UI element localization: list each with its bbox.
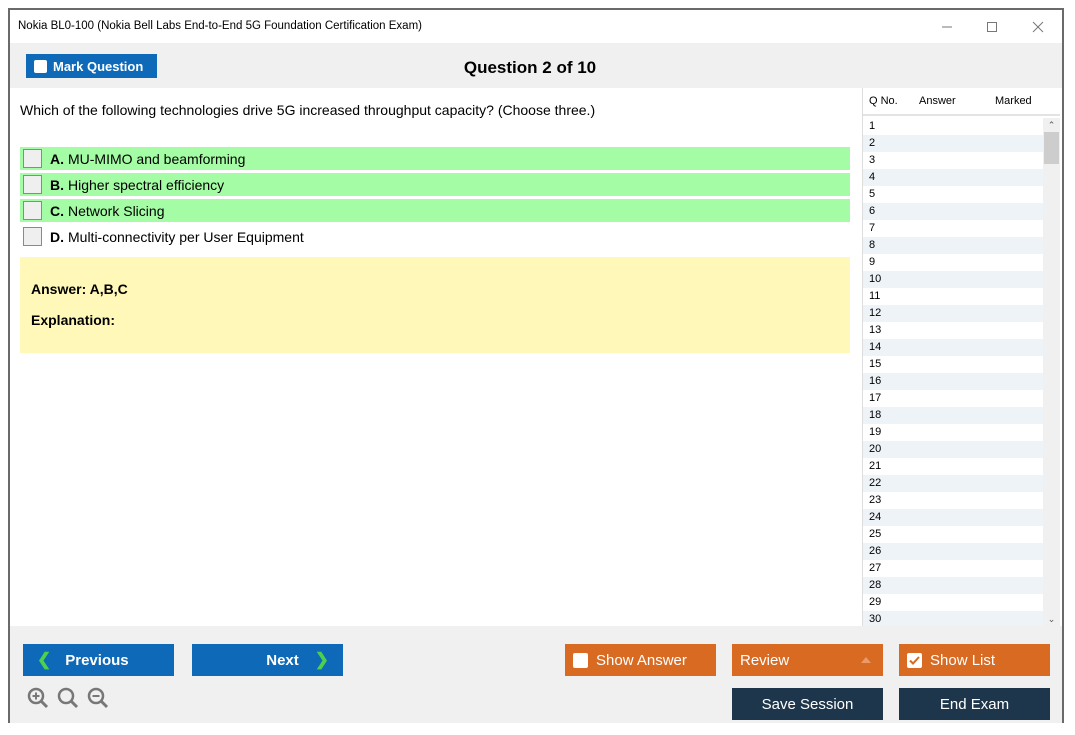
question-list-row[interactable]: 12 [863,305,1043,322]
zoom-reset-icon[interactable] [56,686,80,710]
question-list-row[interactable]: 29 [863,594,1043,611]
question-list-row[interactable]: 21 [863,458,1043,475]
explanation-label: Explanation: [31,312,116,328]
question-list-row[interactable]: 11 [863,288,1043,305]
save-session-label: Save Session [761,695,854,713]
option-letter: D. [50,228,64,245]
question-list-header: Q No. Answer Marked [863,88,1060,116]
question-list-row[interactable]: 2 [863,135,1043,152]
question-list-row[interactable]: 25 [863,526,1043,543]
next-label: Next [266,651,299,669]
header-marked[interactable]: Marked [995,95,1055,107]
show-answer-label: Show Answer [596,651,687,669]
option-c[interactable]: C. Network Slicing [20,199,850,222]
question-list-row[interactable]: 27 [863,560,1043,577]
question-list-row[interactable]: 6 [863,203,1043,220]
question-text: Which of the following technologies driv… [20,102,596,118]
question-list-row[interactable]: 14 [863,339,1043,356]
question-list-row[interactable]: 7 [863,220,1043,237]
caret-up-icon [861,657,871,663]
header-qno[interactable]: Q No. [863,95,919,107]
answer-text: Answer: A,B,C [31,281,128,297]
minimize-icon [942,26,952,27]
zoom-controls [26,686,110,710]
footer: ❮ Previous Next ❯ Show Answer Review Sho… [10,626,1062,723]
end-exam-label: End Exam [939,695,1010,713]
option-text: Higher spectral efficiency [68,176,225,193]
previous-label: Previous [65,651,129,669]
option-letter: A. [50,150,64,167]
close-button[interactable] [1015,10,1061,43]
title-bar: Nokia BL0-100 (Nokia Bell Labs End-to-En… [10,10,1062,43]
question-list-row[interactable]: 4 [863,169,1043,186]
question-list-row[interactable]: 18 [863,407,1043,424]
scroll-up-icon[interactable]: ⌃ [1043,118,1060,132]
question-list-row[interactable]: 19 [863,424,1043,441]
chevron-left-icon: ❮ [37,650,52,669]
zoom-in-icon[interactable] [26,686,50,710]
question-list-row[interactable]: 17 [863,390,1043,407]
question-list-row[interactable]: 3 [863,152,1043,169]
question-list-row[interactable]: 16 [863,373,1043,390]
question-list-row[interactable]: 24 [863,509,1043,526]
header-answer[interactable]: Answer [919,95,995,107]
option-text: MU-MIMO and beamforming [68,150,246,167]
chevron-right-icon: ❯ [314,650,329,669]
option-text: Multi-connectivity per User Equipment [68,228,304,245]
end-exam-button[interactable]: End Exam [899,688,1050,720]
scrollbar-thumb[interactable] [1044,132,1059,164]
show-list-label: Show List [930,651,996,669]
show-list-toggle[interactable]: Show List [899,644,1050,676]
question-list-row[interactable]: 28 [863,577,1043,594]
review-label: Review [740,651,790,669]
question-list-row[interactable]: 23 [863,492,1043,509]
option-letter: C. [50,202,64,219]
option-checkbox[interactable] [23,227,42,246]
exam-window: Nokia BL0-100 (Nokia Bell Labs End-to-En… [8,8,1064,723]
question-list: Q No. Answer Marked 1 2 3 4 5 6 7 8 9 10 11 12 13 14 1… [862,88,1060,628]
option-a[interactable]: A. MU-MIMO and beamforming [20,147,850,170]
answer-panel: Answer: A,B,C Explanation: [20,257,850,353]
question-list-row[interactable]: 8 [863,237,1043,254]
question-list-row[interactable]: 26 [863,543,1043,560]
option-d[interactable]: D. Multi-connectivity per User Equipment [20,225,850,248]
maximize-icon [987,21,997,32]
show-answer-button[interactable]: Show Answer [565,644,716,676]
review-dropdown[interactable]: Review [732,644,883,676]
zoom-out-icon[interactable] [86,686,110,710]
question-counter: Question 2 of 10 [463,58,597,77]
question-list-row[interactable]: 9 [863,254,1043,271]
minimize-button[interactable] [924,10,970,43]
option-checkbox[interactable] [23,175,42,194]
question-list-row[interactable]: 5 [863,186,1043,203]
question-list-row[interactable]: 1 [863,118,1043,135]
question-list-rows: 1 2 3 4 5 6 7 8 9 10 11 12 13 14 15 16 17 18 19 20 21 22 23 24 2… [863,118,1043,628]
maximize-button[interactable] [969,10,1015,43]
next-button[interactable]: Next ❯ [192,644,343,676]
option-b[interactable]: B. Higher spectral efficiency [20,173,850,196]
toolbar: Mark Question Question 2 of 10 [10,43,1062,88]
window-title: Nokia BL0-100 (Nokia Bell Labs End-to-En… [18,20,422,32]
option-checkbox[interactable] [23,201,42,220]
option-checkbox[interactable] [23,149,42,168]
question-list-row[interactable]: 20 [863,441,1043,458]
question-list-row[interactable]: 13 [863,322,1043,339]
question-panel: Which of the following technologies driv… [10,88,860,626]
checkbox-icon [573,652,588,668]
scroll-down-icon[interactable]: ⌄ [1043,612,1060,626]
close-icon [1032,21,1044,32]
save-session-button[interactable]: Save Session [732,688,883,720]
question-list-row[interactable]: 10 [863,271,1043,288]
previous-button[interactable]: ❮ Previous [23,644,174,676]
checkbox-checked-icon [907,652,922,668]
question-list-row[interactable]: 22 [863,475,1043,492]
question-list-scrollbar[interactable]: ⌃ ⌄ [1043,118,1060,626]
option-letter: B. [50,176,64,193]
option-text: Network Slicing [68,202,165,219]
question-list-row[interactable]: 15 [863,356,1043,373]
